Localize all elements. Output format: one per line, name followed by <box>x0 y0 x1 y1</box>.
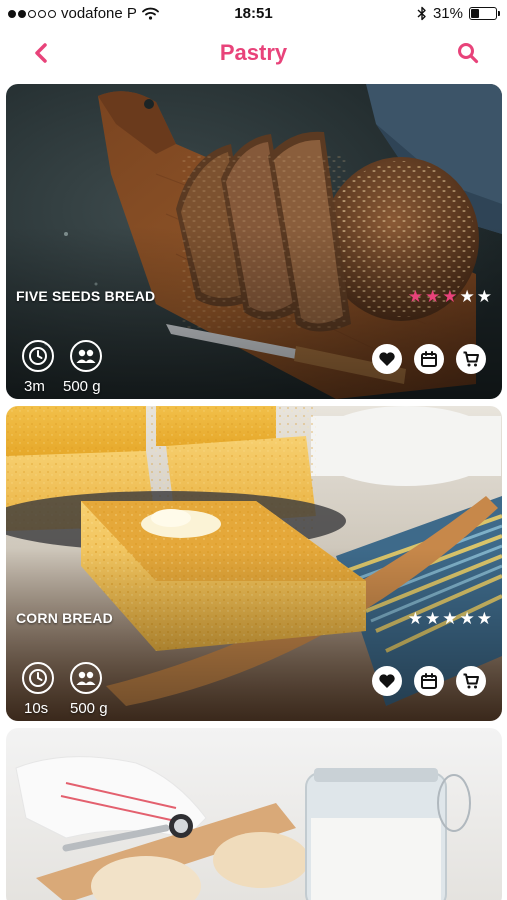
meal-plan-button[interactable] <box>414 666 444 696</box>
bluetooth-icon <box>417 6 426 21</box>
heart-icon <box>379 674 395 688</box>
star-icon[interactable]: ★ <box>477 288 492 305</box>
recipe-weight: 500 g <box>63 378 101 395</box>
prep-time: 3m <box>24 378 45 395</box>
calendar-icon <box>421 351 437 367</box>
star-icon[interactable]: ★ <box>460 288 475 305</box>
battery-percent: 31% <box>432 5 463 22</box>
navigation-bar: Pastry <box>0 28 507 78</box>
rating-stars: ★ ★ ★ ★ ★ <box>408 288 492 305</box>
search-icon <box>458 43 479 64</box>
search-button[interactable] <box>453 38 483 68</box>
page-title: Pastry <box>219 40 288 65</box>
heart-icon <box>379 352 395 366</box>
recipe-title: CORN BREAD <box>16 610 113 626</box>
recipe-card[interactable]: FIVE SEEDS BREAD ★ ★ ★ ★ ★ 3m 500 g <box>6 84 502 399</box>
status-bar: vodafone P 18:51 31% <box>0 0 507 28</box>
clock-icon <box>22 340 54 372</box>
prep-time: 10s <box>24 700 49 717</box>
favorite-button[interactable] <box>372 666 402 696</box>
cart-icon <box>463 351 479 367</box>
star-icon[interactable]: ★ <box>442 610 457 627</box>
star-icon[interactable]: ★ <box>425 288 440 305</box>
favorite-button[interactable] <box>372 344 402 374</box>
system-indicators: 31% <box>417 5 500 22</box>
add-to-cart-button[interactable] <box>456 344 486 374</box>
calendar-icon <box>421 673 437 689</box>
meal-plan-button[interactable] <box>414 344 444 374</box>
star-icon[interactable]: ★ <box>442 288 457 305</box>
star-icon[interactable]: ★ <box>408 610 423 627</box>
dough-photo <box>6 728 502 900</box>
star-icon[interactable]: ★ <box>425 610 440 627</box>
recipe-card[interactable] <box>6 728 502 900</box>
people-icon <box>70 340 102 372</box>
add-to-cart-button[interactable] <box>456 666 486 696</box>
recipe-title: FIVE SEEDS BREAD <box>16 288 156 304</box>
battery-level <box>471 9 480 18</box>
cart-icon <box>463 673 479 689</box>
people-icon <box>70 662 102 694</box>
recipe-card[interactable]: CORN BREAD ★ ★ ★ ★ ★ 10s 500 g <box>6 406 502 721</box>
star-icon[interactable]: ★ <box>460 610 475 627</box>
star-icon[interactable]: ★ <box>408 288 423 305</box>
battery-icon <box>469 7 500 20</box>
star-icon[interactable]: ★ <box>477 610 492 627</box>
clock-icon <box>22 662 54 694</box>
rating-stars: ★ ★ ★ ★ ★ <box>408 610 492 627</box>
recipe-weight: 500 g <box>70 700 108 717</box>
